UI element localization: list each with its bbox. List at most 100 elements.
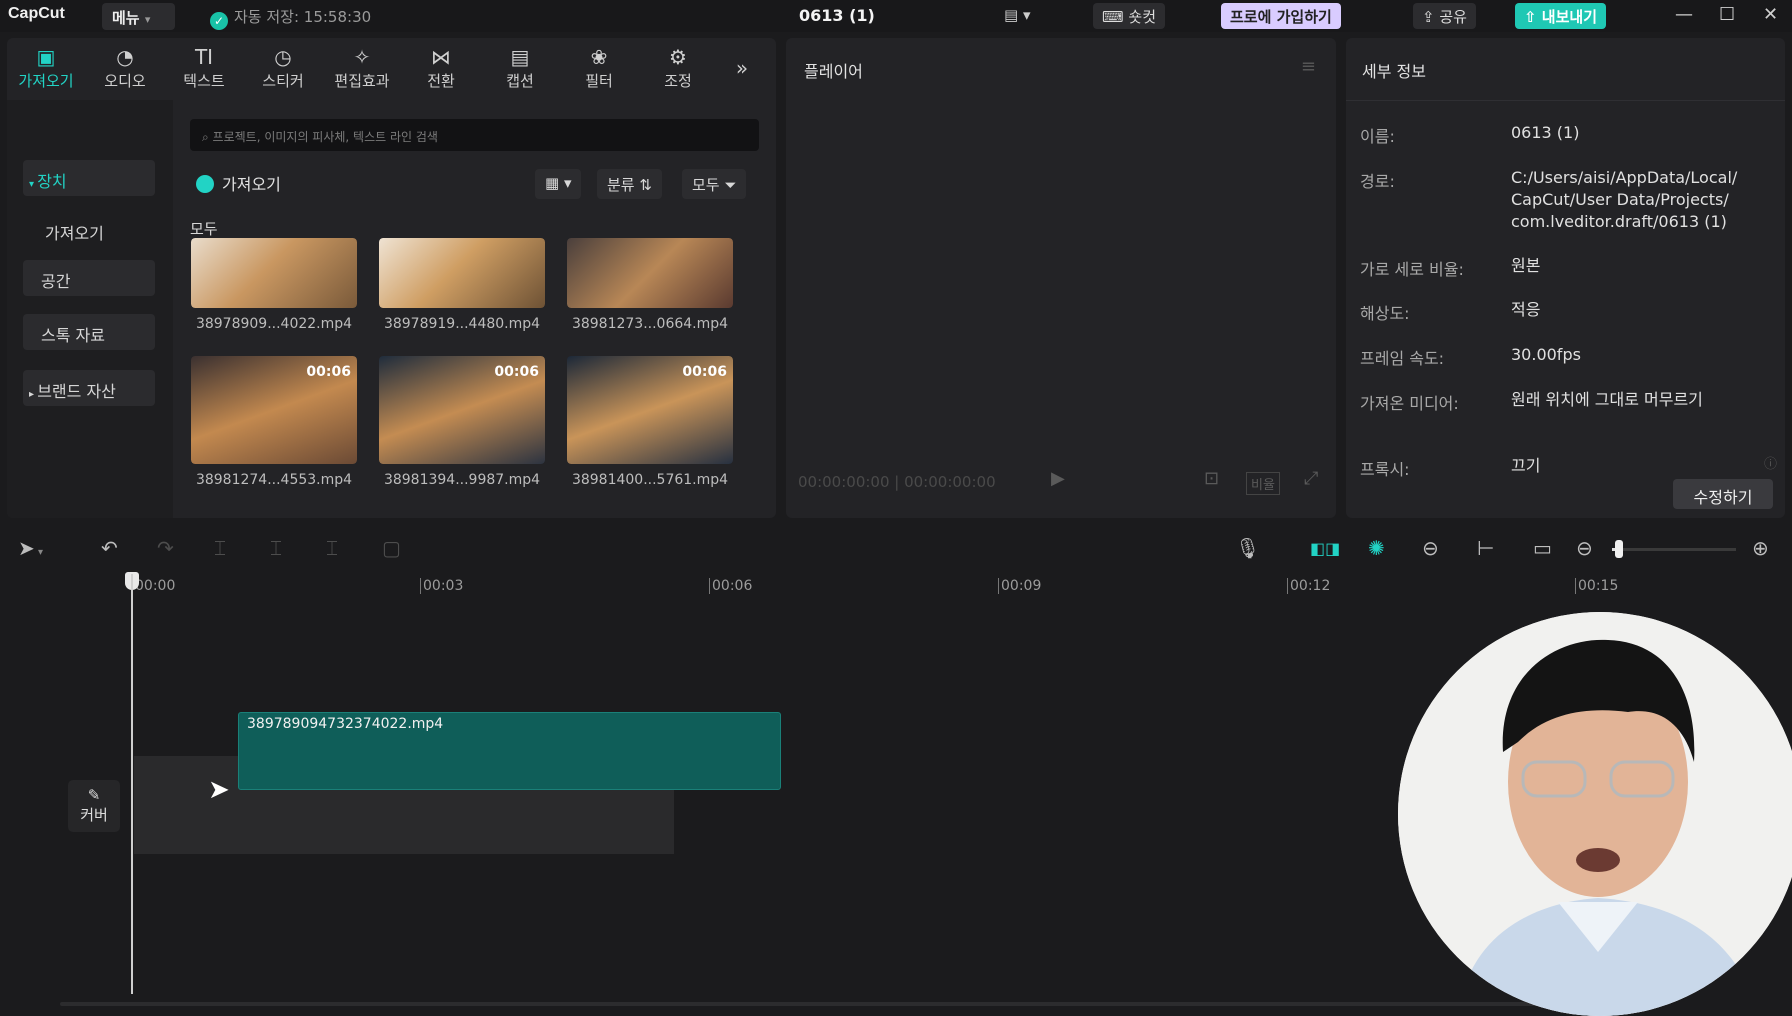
search-placeholder: 프로젝트, 이미지의 피사체, 텍스트 라인 검색 — [212, 130, 438, 144]
select-tool-icon[interactable]: ➤ ▾ — [18, 536, 43, 560]
layout-icon: ▤ ▾ — [1004, 6, 1031, 24]
media-item[interactable] — [379, 238, 545, 308]
maximize-icon[interactable]: ☐ — [1719, 4, 1735, 25]
app-logo: CapCut — [8, 5, 65, 22]
media-item[interactable] — [567, 238, 733, 308]
sidebar-item-device[interactable]: ▾ 장치 — [23, 160, 155, 196]
autosave-status: ✓ 자동 저장: 15:58:30 — [210, 6, 371, 30]
snap-icon[interactable]: ✺ — [1368, 536, 1385, 560]
tab-sticker[interactable]: ◷ 스티커 — [247, 44, 319, 91]
layout-button[interactable]: ▤ ▾ — [995, 3, 1039, 29]
export-button[interactable]: ⇧ 내보내기 — [1515, 3, 1606, 29]
screenshot-icon[interactable]: ⊡ — [1204, 468, 1219, 489]
shortcut-button[interactable]: ⌨ 숏컷 — [1093, 3, 1166, 29]
filter-button[interactable]: 모두 ⏷ — [682, 169, 747, 199]
playhead[interactable] — [131, 574, 133, 994]
split-left-icon[interactable]: ⌶ — [270, 536, 282, 560]
tab-label: 오디오 — [104, 72, 146, 90]
magnet-icon[interactable]: ◧◨ — [1310, 539, 1340, 558]
player-timecode: 00:00:00:00 | 00:00:00:00 — [798, 473, 996, 491]
effects-icon: ✧ — [353, 45, 371, 69]
text-icon: TI — [194, 45, 214, 69]
import-button[interactable]: 가져오기 — [196, 171, 281, 199]
more-tabs-icon[interactable]: » — [727, 56, 757, 80]
zoom-in-icon[interactable]: ⊕ — [1752, 536, 1769, 560]
detail-key: 경로: — [1360, 172, 1395, 191]
split-right-icon[interactable]: ⌶ — [326, 536, 338, 560]
grid-icon: ▦ ▾ — [545, 174, 572, 192]
timeline-toolbar: ➤ ▾ ↶ ↷ ⌶ ⌶ ⌶ ▢ 🎙 ◧◨ ✺ ⊖ ⊢ ▭ ⊖ ⊕ — [0, 528, 1792, 570]
sort-label: 분류 — [607, 176, 635, 194]
tab-effects[interactable]: ✧ 편집효과 — [326, 44, 398, 91]
tab-transition[interactable]: ⋈ 전환 — [405, 44, 477, 91]
subtitle-icon[interactable]: ▭ — [1533, 536, 1552, 560]
cover-label: 커버 — [80, 806, 108, 824]
filter-label: 모두 — [692, 176, 720, 194]
fullscreen-icon[interactable]: ⤢ — [1304, 468, 1318, 489]
media-item[interactable]: 00:06 — [567, 356, 733, 464]
redo-icon[interactable]: ↷ — [157, 536, 174, 560]
tab-caption[interactable]: ▤ 캡션 — [484, 44, 556, 91]
video-thumbnail — [567, 238, 733, 308]
zoom-handle[interactable] — [1615, 540, 1623, 558]
detail-value: 적응 — [1511, 300, 1541, 319]
sidebar-item-label: 스톡 자료 — [41, 326, 105, 345]
search-input[interactable]: ⌕ 프로젝트, 이미지의 피사체, 텍스트 라인 검색 — [190, 119, 759, 151]
minimize-icon[interactable]: — — [1675, 4, 1693, 25]
pro-button[interactable]: 프로에 가입하기 — [1221, 3, 1341, 29]
menu-button[interactable]: 메뉴 ▾ — [102, 3, 175, 30]
tab-import[interactable]: ▣ 가져오기 — [10, 44, 82, 91]
detail-key: 가져온 미디어: — [1360, 394, 1459, 413]
info-icon[interactable]: ⓘ — [1764, 453, 1777, 472]
media-item-name: 38981400...5761.mp4 — [571, 472, 729, 488]
edit-button[interactable]: 수정하기 — [1673, 479, 1773, 509]
preview-axis-icon[interactable]: ⊢ — [1477, 536, 1494, 560]
play-icon[interactable]: ▶ — [1051, 468, 1065, 489]
tab-adjust[interactable]: ⚙ 조정 — [642, 44, 714, 91]
microphone-icon[interactable]: 🎙 — [1235, 536, 1260, 560]
import-icon: ▣ — [36, 45, 56, 69]
media-item[interactable]: 00:06 — [379, 356, 545, 464]
share-button[interactable]: ⇪ 공유 — [1413, 3, 1476, 29]
media-item-name: 38981394...9987.mp4 — [383, 472, 541, 488]
ratio-button[interactable]: 비율 — [1246, 472, 1280, 495]
media-item-name: 38981273...0664.mp4 — [571, 316, 729, 332]
tab-filter[interactable]: ❀ 필터 — [563, 44, 635, 91]
timeline-scrollbar[interactable] — [60, 1002, 1560, 1006]
sidebar-item-brand[interactable]: ▸ 브랜드 자산 — [23, 370, 155, 406]
delete-icon[interactable]: ▢ — [382, 536, 401, 560]
detail-key: 프록시: — [1360, 460, 1410, 479]
zoom-slider[interactable] — [1612, 540, 1736, 558]
link-icon[interactable]: ⊖ — [1422, 536, 1439, 560]
tool-tabs: ▣ 가져오기 ◔ 오디오 TI 텍스트 ◷ 스티커 ✧ 편집효과 ⋈ 전환 ▤ 캡션 ❀ 필터 … — [7, 38, 776, 100]
ruler-tick: 00:15 — [1575, 578, 1618, 594]
media-item[interactable] — [191, 238, 357, 308]
sidebar-item-label: 공간 — [41, 272, 71, 291]
media-item[interactable]: 00:06 — [191, 356, 357, 464]
tab-audio[interactable]: ◔ 오디오 — [89, 44, 161, 91]
keyboard-icon: ⌨ — [1102, 8, 1129, 26]
tab-label: 조정 — [664, 72, 692, 90]
sort-button[interactable]: 분류 ⇅ — [597, 169, 662, 199]
sidebar-item-space[interactable]: 공간 — [23, 260, 155, 296]
caret-down-icon: ▾ — [29, 179, 38, 190]
close-icon[interactable]: ✕ — [1763, 4, 1778, 25]
hamburger-icon[interactable]: ≡ — [1301, 56, 1316, 77]
detail-value: C:/Users/aisi/AppData/Local/ CapCut/User… — [1511, 168, 1738, 231]
zoom-out-icon[interactable]: ⊖ — [1576, 536, 1593, 560]
detail-key: 프레임 속도: — [1360, 349, 1445, 368]
undo-icon[interactable]: ↶ — [101, 536, 118, 560]
funnel-icon: ⏷ — [724, 176, 737, 194]
cover-button[interactable]: ✎ 커버 — [68, 780, 120, 832]
sidebar-item-import[interactable]: 가져오기 — [23, 212, 155, 248]
media-item-name: 38978909...4022.mp4 — [195, 316, 353, 332]
import-label: 가져오기 — [222, 175, 281, 194]
sidebar-item-label: 브랜드 자산 — [37, 382, 116, 401]
sidebar-item-stock[interactable]: 스톡 자료 — [23, 314, 155, 350]
check-icon: ✓ — [210, 12, 228, 30]
view-toggle[interactable]: ▦ ▾ — [535, 169, 582, 199]
tab-text[interactable]: TI 텍스트 — [168, 44, 240, 91]
video-clip[interactable]: 389789094732374022.mp4 — [238, 712, 781, 790]
sticker-icon: ◷ — [274, 45, 292, 69]
split-icon[interactable]: ⌶ — [214, 536, 226, 560]
